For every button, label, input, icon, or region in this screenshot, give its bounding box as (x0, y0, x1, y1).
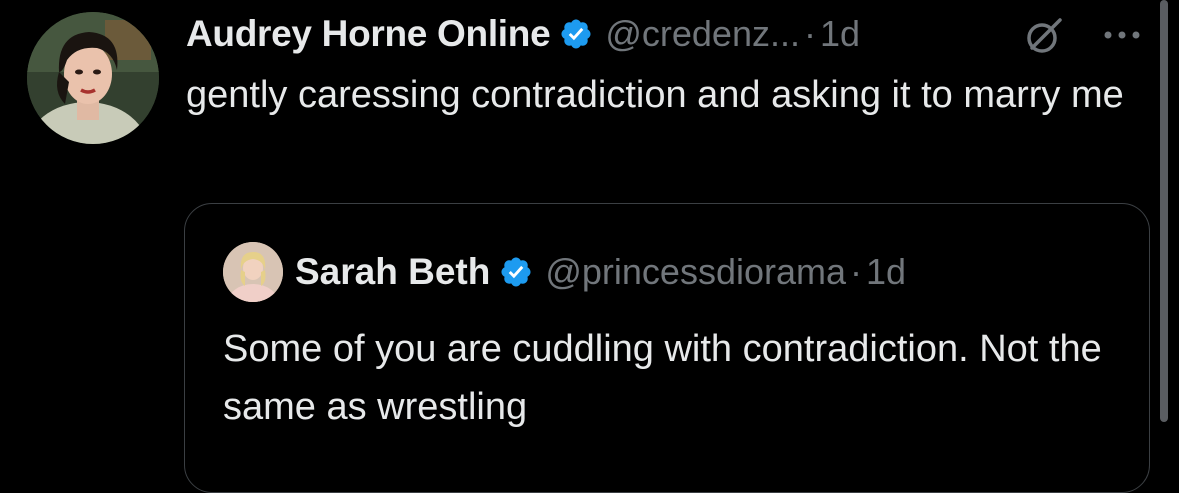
handle[interactable]: @credenz... (605, 13, 800, 55)
separator-dot: · (850, 251, 862, 292)
quote-display-name[interactable]: Sarah Beth (295, 251, 490, 293)
verified-badge-icon (499, 255, 533, 289)
quote-handle[interactable]: @princessdiorama (545, 251, 846, 293)
more-options-icon[interactable] (1100, 28, 1144, 40)
quote-avatar-photo (223, 242, 283, 302)
timestamp[interactable]: 1d (820, 13, 860, 55)
grok-icon[interactable] (1022, 14, 1066, 58)
avatar[interactable] (27, 12, 159, 144)
tweet-header: Audrey Horne Online @credenz... · 1d (186, 8, 860, 60)
display-name[interactable]: Audrey Horne Online (186, 13, 551, 55)
quoted-tweet[interactable]: Sarah Beth @princessdiorama · 1d Some of… (184, 203, 1150, 493)
quote-text: Some of you are cuddling with contradict… (223, 328, 1102, 428)
tweet[interactable]: Audrey Horne Online @credenz... · 1d gen… (0, 0, 1179, 493)
quote-avatar[interactable] (223, 242, 283, 302)
separator-dot: · (803, 13, 816, 54)
verified-badge-icon (559, 17, 593, 51)
tweet-text: gently caressing contradiction and askin… (186, 74, 1124, 116)
scrollbar[interactable] (1160, 0, 1168, 422)
avatar-photo (27, 12, 159, 144)
quote-header: Sarah Beth @princessdiorama · 1d (295, 246, 906, 298)
quote-timestamp[interactable]: 1d (866, 251, 906, 293)
